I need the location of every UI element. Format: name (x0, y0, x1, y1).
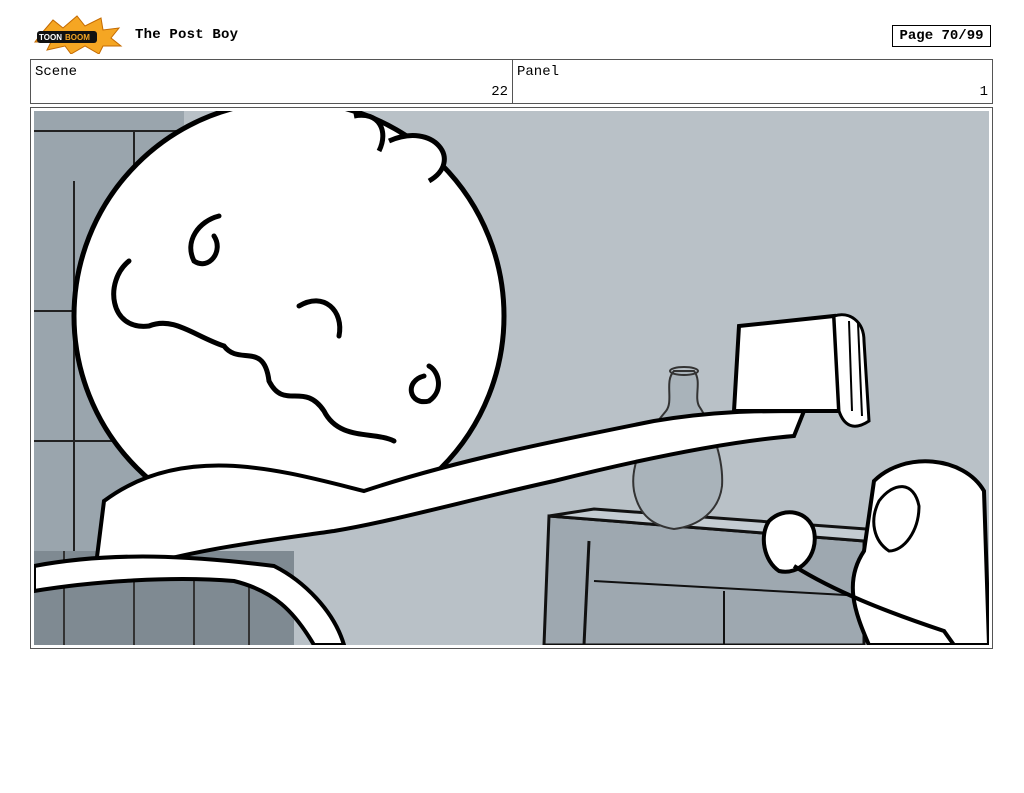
scene-panel-info: Scene 22 Panel 1 (30, 59, 993, 104)
logo-text: TOON (39, 33, 62, 42)
storyboard-sketch (34, 111, 989, 645)
toon-boom-logo: TOON BOOM (33, 14, 123, 55)
panel-cell: Panel 1 (513, 60, 992, 103)
panel-value: 1 (979, 84, 988, 100)
document-title: The Post Boy (135, 27, 239, 43)
page-number: Page 70/99 (892, 25, 991, 47)
scene-label: Scene (35, 64, 78, 80)
svg-text:BOOM: BOOM (65, 33, 90, 42)
storyboard-panel (30, 107, 993, 649)
panel-label: Panel (517, 64, 560, 80)
scene-cell: Scene 22 (31, 60, 513, 103)
scene-value: 22 (491, 84, 508, 100)
